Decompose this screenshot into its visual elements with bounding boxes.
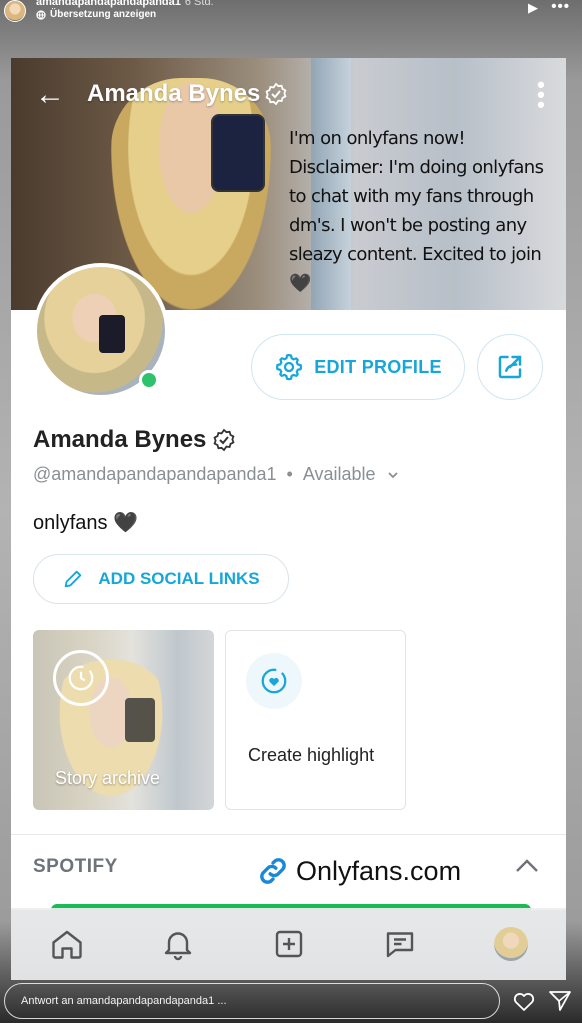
reply-input[interactable]: Antwort an amandapandapandapanda1 ... (4, 983, 500, 1019)
translate-link[interactable]: Übersetzung anzeigen (36, 9, 156, 20)
create-highlight-tile[interactable]: Create highlight (225, 630, 406, 810)
nav-avatar-image (493, 927, 528, 961)
avatar-phone (99, 315, 125, 353)
play-icon[interactable]: ▶ (528, 0, 538, 16)
send-icon[interactable] (548, 990, 572, 1017)
story-time: 6 Std. (184, 0, 214, 8)
spotify-section-label: SPOTIFY (33, 856, 118, 877)
edit-profile-button[interactable]: EDIT PROFILE (251, 334, 465, 400)
link-icon (260, 858, 286, 884)
story-archive-tile[interactable]: Story archive (33, 630, 214, 810)
more-icon[interactable]: ••• (551, 0, 570, 15)
verified-icon (213, 428, 235, 452)
share-icon (498, 355, 522, 379)
reply-placeholder: Antwort an amandapandapandapanda1 ... (21, 995, 227, 1007)
link-sticker[interactable]: Onlyfans.com (256, 854, 461, 888)
profile-avatar-nav[interactable] (489, 922, 533, 966)
profile-handle: @amandapandapandapanda1 (33, 464, 277, 484)
add-social-links-button[interactable]: ADD SOCIAL LINKS (33, 554, 289, 604)
bell-icon[interactable] (156, 922, 200, 966)
plus-square-icon[interactable] (267, 922, 311, 966)
story-username-text: amandapandapandapanda1 (36, 0, 181, 8)
back-arrow-icon[interactable]: ← (35, 80, 65, 110)
online-status-dot (139, 370, 159, 390)
chevron-down-icon[interactable] (386, 468, 400, 482)
header-title: Amanda Bynes (87, 80, 288, 108)
translate-label: Übersetzung anzeigen (50, 9, 157, 20)
share-button[interactable] (477, 334, 543, 400)
pencil-icon (65, 570, 82, 588)
profile-name-text: Amanda Bynes (33, 426, 207, 453)
profile-bio: onlyfans 🖤 (33, 512, 138, 534)
chevron-up-icon[interactable] (514, 856, 540, 881)
kebab-menu-icon[interactable]: • • • (536, 74, 546, 116)
heart-icon[interactable] (512, 990, 536, 1017)
clock-icon (53, 650, 109, 706)
availability-status[interactable]: Available (303, 464, 376, 485)
link-sticker-text: Onlyfans.com (296, 855, 462, 886)
create-highlight-label: Create highlight (248, 745, 375, 765)
separator-dot: • (286, 464, 293, 484)
message-icon[interactable] (378, 922, 422, 966)
profile-name: Amanda Bynes (33, 426, 236, 454)
header-name: Amanda Bynes (87, 80, 261, 107)
story-username[interactable]: amandapandapandapanda1 6 Std. (36, 0, 214, 8)
add-social-links-label: ADD SOCIAL LINKS (98, 569, 260, 588)
archive-phone (125, 698, 155, 742)
banner-phone (211, 114, 265, 192)
home-icon[interactable] (45, 922, 89, 966)
story-archive-label: Story archive (55, 768, 161, 788)
profile-screenshot: ← Amanda Bynes • • • I'm on onlyfans now! … (11, 58, 566, 910)
heart-circle-icon (246, 653, 302, 709)
divider (11, 834, 566, 835)
banner-caption: I'm on onlyfans now! Disclaimer: I'm doi… (289, 128, 544, 294)
edit-profile-label: EDIT PROFILE (314, 356, 442, 377)
story-user-avatar[interactable] (4, 0, 26, 22)
bottom-navigation (11, 908, 566, 980)
gear-icon (276, 354, 303, 381)
handle-row: @amandapandapandapanda1 • Available (33, 464, 400, 485)
translate-icon (36, 9, 46, 20)
story-header: amandapandapandapanda1 6 Std. Übersetzung… (0, 0, 582, 28)
verified-icon (265, 82, 287, 106)
